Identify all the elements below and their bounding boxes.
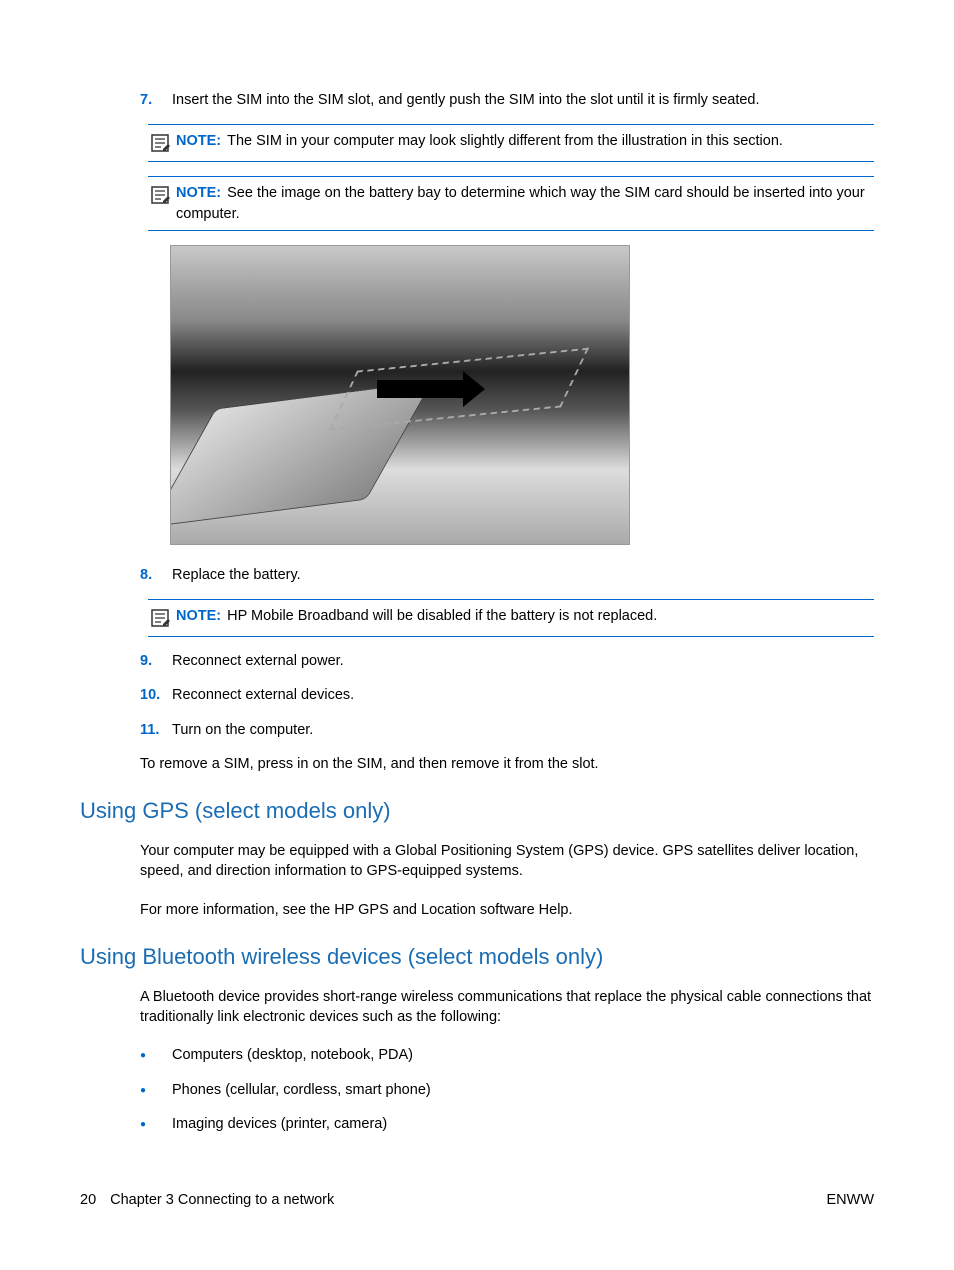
bluetooth-intro: A Bluetooth device provides short-range …: [140, 987, 874, 1028]
bullet-text: Phones (cellular, cordless, smart phone): [172, 1080, 431, 1100]
bullet-dot-icon: ●: [140, 1114, 172, 1134]
bluetooth-bullet-3: ● Imaging devices (printer, camera): [140, 1114, 874, 1134]
illustration-arrow: [377, 380, 467, 398]
note-2: NOTE:See the image on the battery bay to…: [148, 176, 874, 231]
step-number: 11.: [140, 720, 172, 740]
step-text: Reconnect external devices.: [172, 685, 874, 705]
bluetooth-bullet-1: ● Computers (desktop, notebook, PDA): [140, 1045, 874, 1065]
bullet-dot-icon: ●: [140, 1080, 172, 1100]
step-7: 7. Insert the SIM into the SIM slot, and…: [140, 90, 874, 110]
sim-illustration: [170, 245, 630, 545]
step-number: 7.: [140, 90, 172, 110]
step-number: 8.: [140, 565, 172, 585]
gps-heading: Using GPS (select models only): [80, 796, 874, 827]
note-text: See the image on the battery bay to dete…: [176, 185, 865, 221]
step-8: 8. Replace the battery.: [140, 565, 874, 585]
chapter-label: Chapter 3 Connecting to a network: [110, 1190, 334, 1210]
step-text: Replace the battery.: [172, 565, 874, 585]
note-body: NOTE: The SIM in your computer may look s…: [176, 131, 874, 151]
note-icon: [148, 606, 172, 630]
footer-left: 20 Chapter 3 Connecting to a network: [80, 1190, 334, 1210]
note-label: NOTE:: [176, 608, 221, 624]
page-number: 20: [80, 1190, 96, 1210]
bullet-text: Computers (desktop, notebook, PDA): [172, 1045, 413, 1065]
step-9: 9. Reconnect external power.: [140, 651, 874, 671]
bullet-text: Imaging devices (printer, camera): [172, 1114, 387, 1134]
step-text: Reconnect external power.: [172, 651, 874, 671]
page-content: 7. Insert the SIM into the SIM slot, and…: [140, 90, 874, 1134]
page-footer: 20 Chapter 3 Connecting to a network ENW…: [80, 1190, 874, 1210]
step-text: Insert the SIM into the SIM slot, and ge…: [172, 90, 874, 110]
note-label: NOTE:: [176, 185, 221, 201]
note-3: NOTE: HP Mobile Broadband will be disable…: [148, 599, 874, 637]
step-number: 9.: [140, 651, 172, 671]
note-text: HP Mobile Broadband will be disabled if …: [227, 608, 657, 624]
step-10: 10. Reconnect external devices.: [140, 685, 874, 705]
footer-right: ENWW: [826, 1190, 874, 1210]
step-11: 11. Turn on the computer.: [140, 720, 874, 740]
step-number: 10.: [140, 685, 172, 705]
step-text: Turn on the computer.: [172, 720, 874, 740]
remove-sim-text: To remove a SIM, press in on the SIM, an…: [140, 754, 874, 774]
bullet-dot-icon: ●: [140, 1045, 172, 1065]
bluetooth-bullet-2: ● Phones (cellular, cordless, smart phon…: [140, 1080, 874, 1100]
note-icon: [148, 183, 172, 207]
note-text: The SIM in your computer may look slight…: [227, 133, 783, 149]
bluetooth-heading: Using Bluetooth wireless devices (select…: [80, 942, 874, 973]
gps-paragraph-2: For more information, see the HP GPS and…: [140, 900, 874, 920]
gps-paragraph-1: Your computer may be equipped with a Glo…: [140, 841, 874, 882]
note-body: NOTE:See the image on the battery bay to…: [176, 183, 874, 224]
note-body: NOTE: HP Mobile Broadband will be disable…: [176, 606, 874, 626]
note-1: NOTE: The SIM in your computer may look s…: [148, 124, 874, 162]
note-icon: [148, 131, 172, 155]
note-label: NOTE:: [176, 133, 221, 149]
